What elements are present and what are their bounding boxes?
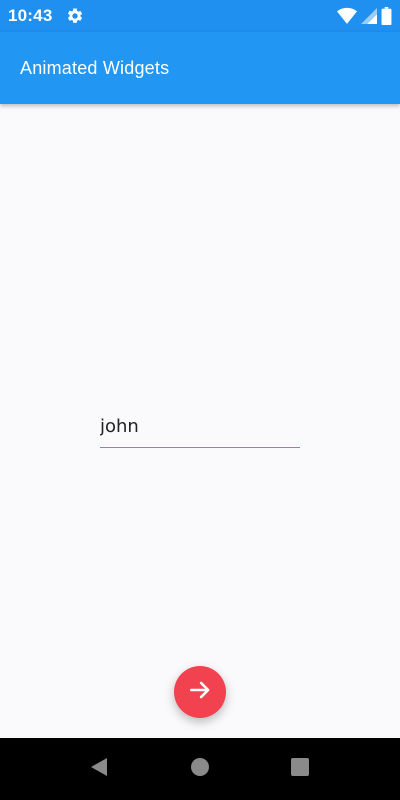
home-icon [189, 756, 211, 783]
recents-button[interactable] [288, 757, 312, 781]
arrow-forward-icon [187, 677, 213, 708]
app-title: Animated Widgets [20, 57, 170, 78]
signal-icon [361, 7, 377, 30]
home-button[interactable] [188, 757, 212, 781]
back-button[interactable] [87, 757, 111, 781]
wifi-icon [337, 7, 357, 30]
name-field-container [100, 404, 300, 450]
name-input[interactable] [100, 404, 300, 448]
app-screen: 10:43 Animated Widgets john [0, 0, 400, 800]
recents-icon [289, 756, 311, 783]
system-nav-bar [0, 738, 400, 800]
back-icon [88, 756, 110, 783]
status-bar: 10:43 [0, 0, 400, 32]
app-bar: Animated Widgets [0, 32, 400, 104]
battery-icon [381, 7, 392, 30]
status-icons [337, 7, 392, 30]
settings-icon [66, 7, 84, 25]
next-button[interactable] [174, 666, 226, 718]
status-time: 10:43 [8, 6, 53, 25]
